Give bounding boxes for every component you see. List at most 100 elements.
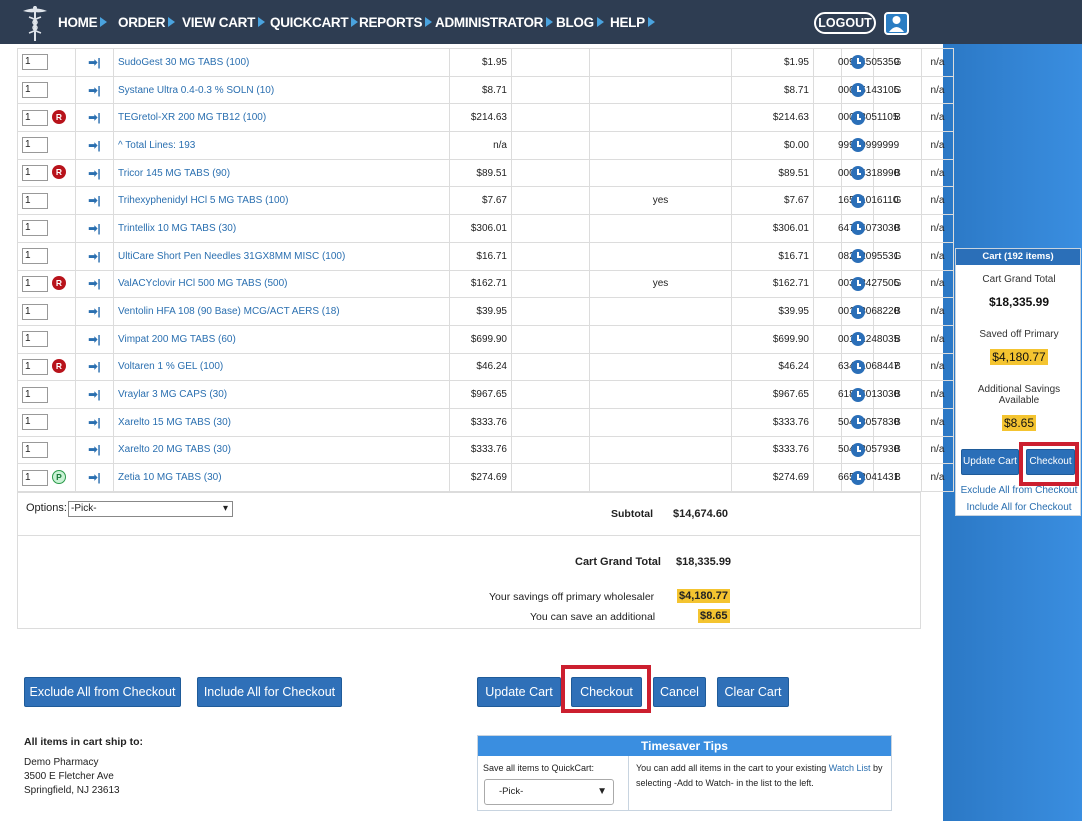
clock-history-icon[interactable] [850, 55, 865, 70]
qty-cell: 1R [17, 269, 76, 299]
clock-history-icon[interactable] [850, 470, 865, 485]
quickcart-select[interactable]: -Pick- ▼ [484, 779, 614, 805]
clear-cart-button[interactable]: Clear Cart [717, 677, 789, 707]
clock-history-icon[interactable] [850, 387, 865, 402]
clock-history-icon[interactable] [850, 221, 865, 236]
move-to-arrow-icon[interactable]: ➡| [88, 306, 100, 318]
product-name-link[interactable]: Systane Ultra 0.4-0.3 % SOLN (10) [118, 85, 274, 96]
quantity-input[interactable]: 1 [22, 192, 48, 209]
nav-view-cart[interactable]: VIEW CART [182, 15, 266, 30]
user-profile-icon[interactable] [884, 12, 909, 35]
product-name-link[interactable]: UltiCare Short Pen Needles 31GX8MM MISC … [118, 251, 345, 262]
ndc-cell: 16571016110 [813, 186, 898, 216]
quantity-input[interactable]: 1 [22, 275, 48, 292]
move-to-arrow-icon[interactable]: ➡| [88, 389, 100, 401]
move-to-arrow-icon[interactable]: ➡| [88, 57, 100, 69]
product-name-link[interactable]: Trintellix 10 MG TABS (30) [118, 223, 236, 234]
quantity-input[interactable]: 1 [22, 386, 48, 403]
quantity-input[interactable]: 1 [22, 441, 48, 458]
product-name-link[interactable]: ^ Total Lines: 193 [118, 140, 195, 151]
quantity-input[interactable]: 1 [22, 109, 48, 126]
price-cell: $333.76 [449, 407, 512, 437]
product-name-link[interactable]: Zetia 10 MG TABS (30) [118, 472, 222, 483]
quantity-input[interactable]: 1 [22, 82, 48, 99]
clock-history-icon[interactable] [850, 166, 865, 181]
quantity-input[interactable]: 1 [22, 137, 48, 154]
panel-exclude-all-link[interactable]: Exclude All from Checkout [956, 485, 1082, 496]
move-to-arrow-icon[interactable]: ➡| [88, 85, 100, 97]
rebate-badge-icon: R [52, 276, 66, 291]
clock-history-icon[interactable] [850, 332, 865, 347]
panel-update-cart-button[interactable]: Update Cart [961, 449, 1019, 475]
clock-history-icon[interactable] [850, 138, 865, 153]
move-to-arrow-icon[interactable]: ➡| [88, 417, 100, 429]
quantity-input[interactable]: 1 [22, 165, 48, 182]
clock-history-icon[interactable] [850, 359, 865, 374]
table-row: 1 ➡| Xarelto 20 MG TABS (30) $333.76 $333.76… [17, 435, 954, 465]
move-to-arrow-icon[interactable]: ➡| [88, 334, 100, 346]
price-cell: $274.69 [449, 463, 512, 492]
nav-order[interactable]: ORDER [118, 15, 176, 30]
product-name-link[interactable]: Tricor 145 MG TABS (90) [118, 168, 230, 179]
move-to-arrow-icon[interactable]: ➡| [88, 251, 100, 263]
status-cell: n/a [921, 241, 954, 271]
quantity-input[interactable]: 1 [22, 414, 48, 431]
move-to-arrow-icon[interactable]: ➡| [88, 112, 100, 124]
move-to-arrow-icon[interactable]: ➡| [88, 472, 100, 484]
quantity-input[interactable]: 1 [22, 303, 48, 320]
nav-home[interactable]: HOME [58, 15, 108, 30]
product-name-link[interactable]: Xarelto 20 MG TABS (30) [118, 444, 231, 455]
nav-blog[interactable]: BLOG [556, 15, 604, 30]
panel-include-all-link[interactable]: Include All for Checkout [956, 502, 1082, 513]
product-name-link[interactable]: SudoGest 30 MG TABS (100) [118, 57, 249, 68]
clock-history-icon[interactable] [850, 193, 865, 208]
caduceus-logo-icon[interactable] [20, 4, 50, 42]
move-to-arrow-icon[interactable]: ➡| [88, 168, 100, 180]
logout-button[interactable]: LOGOUT [814, 12, 876, 34]
move-to-arrow-icon[interactable]: ➡| [88, 140, 100, 152]
move-to-arrow-icon[interactable]: ➡| [88, 361, 100, 373]
product-name-link[interactable]: TEGretol-XR 200 MG TB12 (100) [118, 112, 266, 123]
move-to-arrow-icon[interactable]: ➡| [88, 223, 100, 235]
product-name-link[interactable]: Voltaren 1 % GEL (100) [118, 361, 223, 372]
move-to-arrow-icon[interactable]: ➡| [88, 444, 100, 456]
options-select[interactable]: -Pick- ▾ [68, 501, 233, 517]
nav-help[interactable]: HELP [610, 15, 655, 30]
alt-cell [589, 352, 732, 382]
clock-history-icon[interactable] [850, 415, 865, 430]
update-cart-button[interactable]: Update Cart [477, 677, 561, 707]
product-name-link[interactable]: ValACYclovir HCl 500 MG TABS (500) [118, 278, 288, 289]
nav-reports[interactable]: REPORTS [359, 15, 433, 30]
product-name-link[interactable]: Xarelto 15 MG TABS (30) [118, 417, 231, 428]
watch-list-link[interactable]: Watch List [829, 763, 871, 773]
move-cell: ➡| [75, 241, 114, 271]
nav-quickcart[interactable]: QUICKCART [270, 15, 359, 30]
move-to-arrow-icon[interactable]: ➡| [88, 195, 100, 207]
rebate-badge-icon: R [52, 110, 66, 125]
exclude-all-button[interactable]: Exclude All from Checkout [24, 677, 181, 707]
quantity-input[interactable]: 1 [22, 469, 48, 486]
product-name-link[interactable]: Ventolin HFA 108 (90 Base) MCG/ACT AERS … [118, 306, 340, 317]
alt-cell [589, 103, 732, 133]
clock-history-icon[interactable] [850, 110, 865, 125]
clock-history-icon[interactable] [850, 276, 865, 291]
cancel-button[interactable]: Cancel [653, 677, 706, 707]
product-name-link[interactable]: Vraylar 3 MG CAPS (30) [118, 389, 227, 400]
product-name-link[interactable]: Vimpat 200 MG TABS (60) [118, 334, 236, 345]
clock-history-icon[interactable] [850, 304, 865, 319]
clock-history-icon[interactable] [850, 442, 865, 457]
ndc-cell: 63481068447 [813, 352, 899, 382]
quantity-input[interactable]: 1 [22, 54, 48, 71]
quantity-input[interactable]: 1 [22, 358, 48, 375]
clock-history-icon[interactable] [850, 83, 865, 98]
nav-administrator[interactable]: ADMINISTRATOR [435, 15, 554, 30]
quantity-input[interactable]: 1 [22, 331, 48, 348]
clock-history-icon[interactable] [850, 249, 865, 264]
include-all-button[interactable]: Include All for Checkout [197, 677, 342, 707]
move-to-arrow-icon[interactable]: ➡| [88, 278, 100, 290]
quantity-input[interactable]: 1 [22, 248, 48, 265]
product-name-link[interactable]: Trihexyphenidyl HCl 5 MG TABS (100) [118, 195, 288, 206]
product-cell: Ventolin HFA 108 (90 Base) MCG/ACT AERS … [113, 297, 450, 326]
quantity-input[interactable]: 1 [22, 220, 48, 237]
extended-price-cell: $0.00 [731, 131, 814, 160]
